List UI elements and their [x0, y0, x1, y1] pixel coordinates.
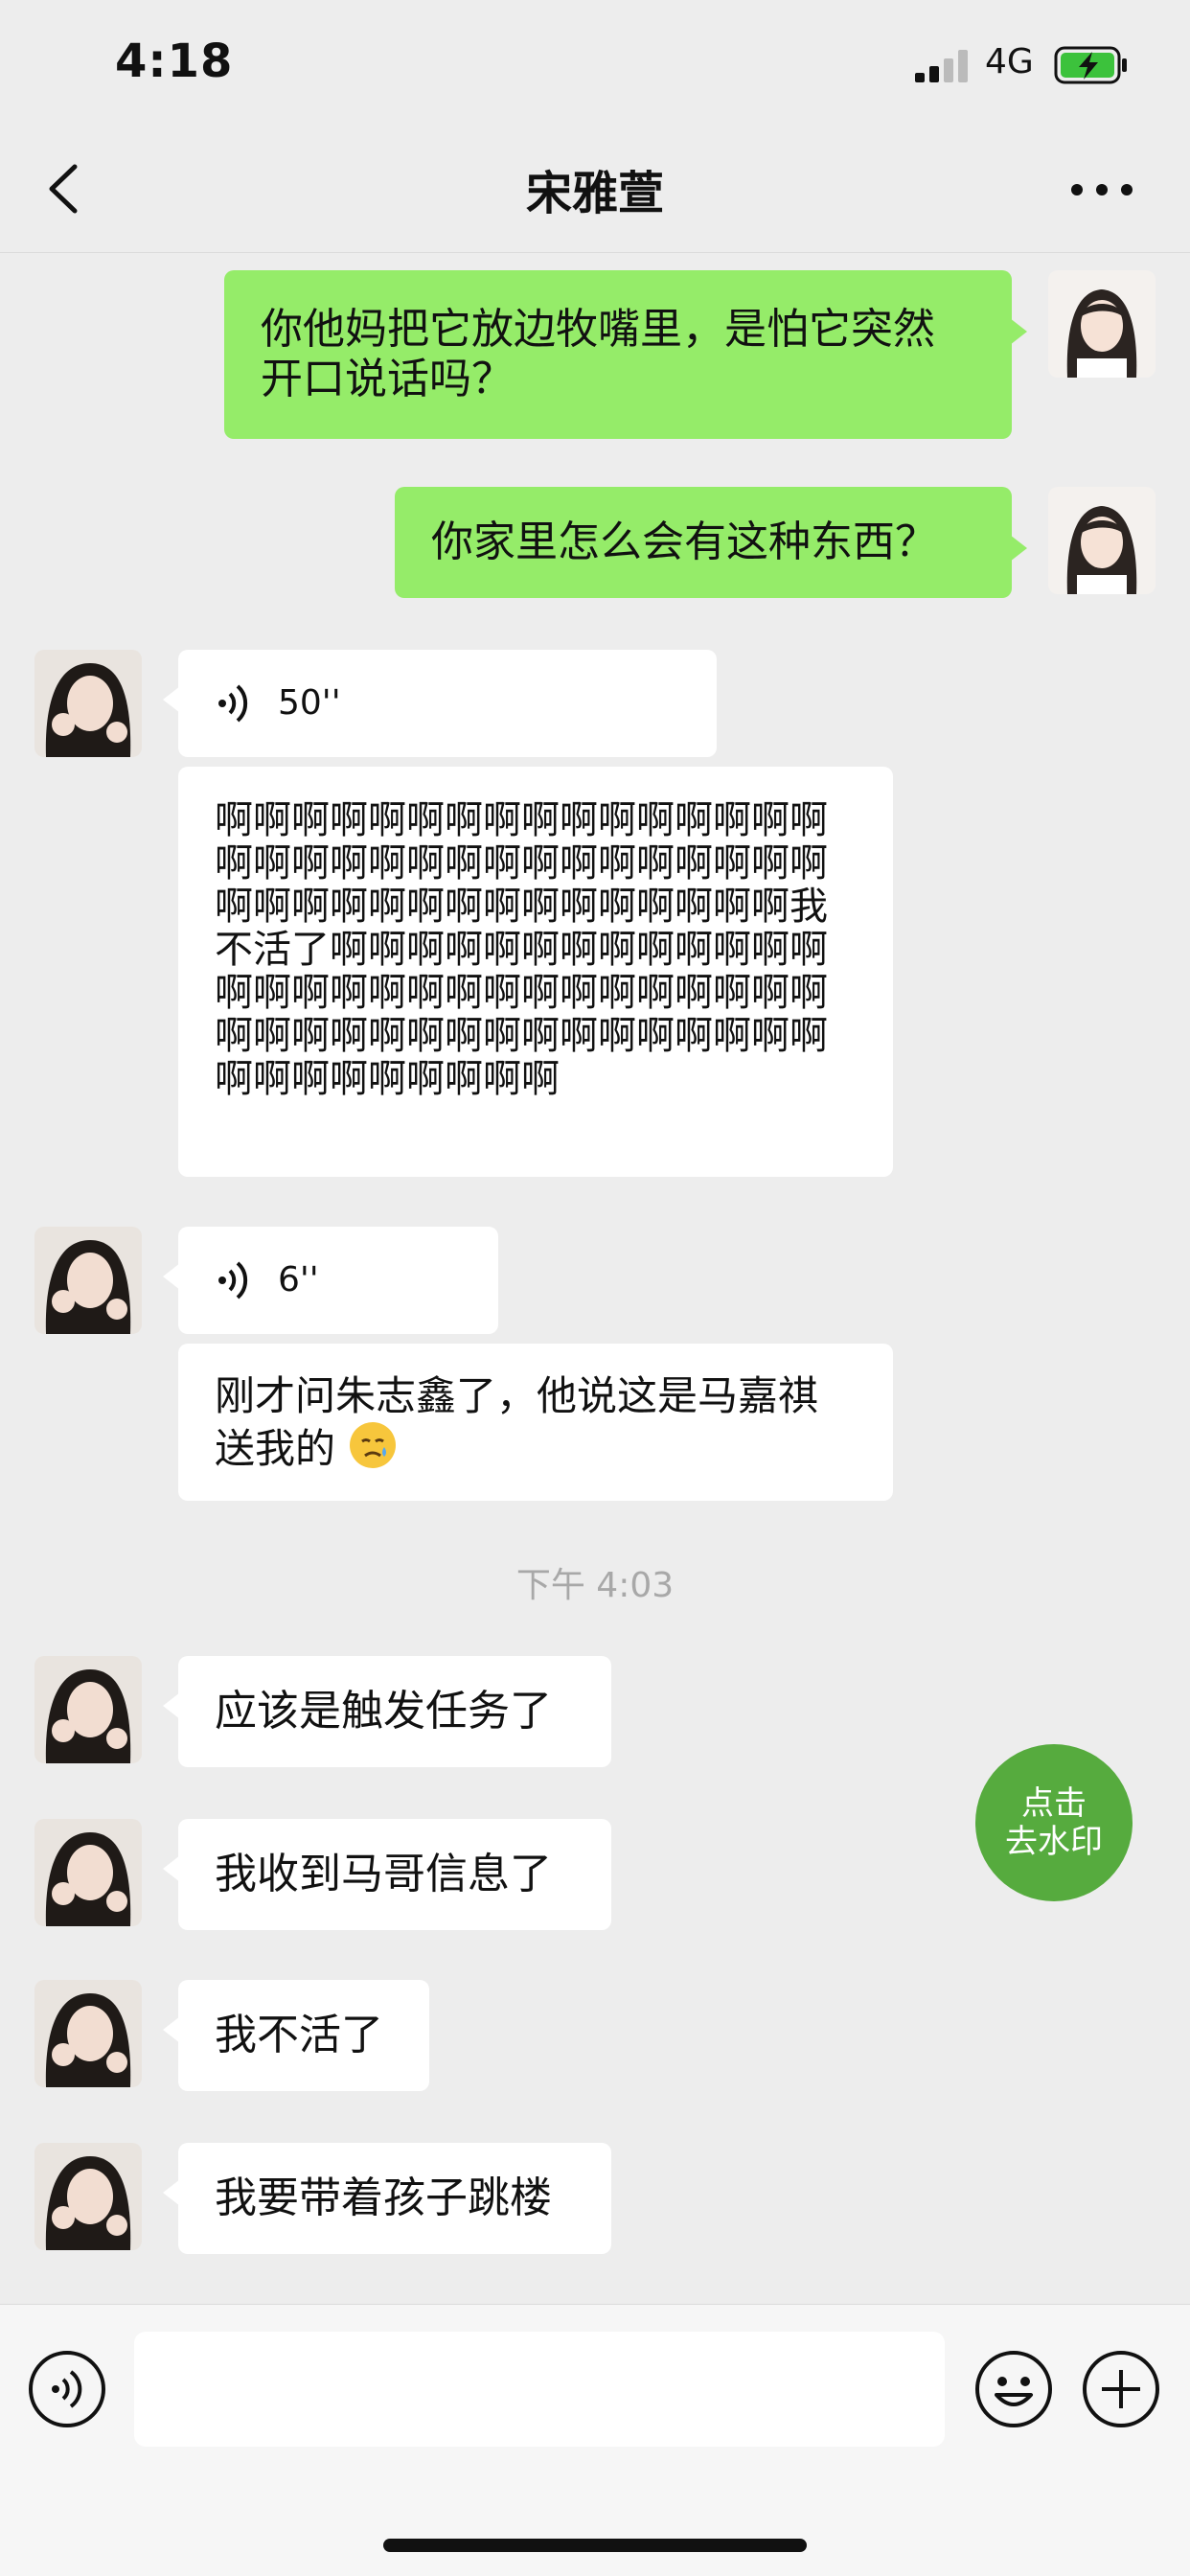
chat-timestamp: 下午 4:03 — [515, 1566, 675, 1605]
contact-avatar[interactable] — [34, 1819, 142, 1926]
status-time: 4:18 — [115, 34, 234, 88]
voice-wave-icon — [218, 1261, 248, 1300]
voice-wave-icon — [218, 684, 248, 723]
status-bar: 4:18 4G — [0, 0, 1190, 126]
message-input[interactable] — [134, 2332, 945, 2447]
crying-face-emoji — [350, 1422, 397, 1468]
contact-avatar[interactable] — [34, 650, 142, 757]
plus-icon[interactable] — [1081, 2349, 1161, 2429]
network-type: 4G — [985, 42, 1034, 81]
contact-avatar[interactable] — [34, 1980, 142, 2087]
battery-charging-icon — [1054, 46, 1127, 84]
incoming-message[interactable]: 刚才问朱志鑫了，他说这是马嘉祺送我的 — [178, 1344, 893, 1501]
incoming-message[interactable]: 我收到马哥信息了 — [163, 1819, 611, 1930]
voice-duration: 50'' — [278, 683, 341, 723]
voice-message[interactable]: 6'' — [163, 1227, 498, 1334]
my-avatar[interactable] — [1048, 487, 1156, 594]
remove-watermark-button[interactable]: 点击 去水印 — [975, 1744, 1133, 1901]
contact-avatar[interactable] — [34, 2143, 142, 2250]
input-bar — [0, 2304, 1190, 2576]
contact-avatar[interactable] — [34, 1227, 142, 1334]
outgoing-message[interactable]: 你他妈把它放边牧嘴里，是怕它突然开口说话吗？ — [224, 270, 1027, 439]
home-indicator — [383, 2539, 807, 2552]
remove-watermark-line2: 去水印 — [1005, 1823, 1103, 1861]
voice-input-icon[interactable] — [27, 2349, 107, 2429]
incoming-message[interactable]: 应该是触发任务了 — [163, 1656, 611, 1767]
outgoing-message[interactable]: 你家里怎么会有这种东西？ — [395, 487, 1027, 598]
more-dots-icon[interactable] — [1064, 171, 1140, 209]
chat-header: 宋雅萱 — [0, 126, 1190, 253]
remove-watermark-line1: 点击 — [1021, 1784, 1087, 1823]
emoji-icon[interactable] — [973, 2349, 1054, 2429]
signal-icon — [915, 50, 968, 82]
incoming-message[interactable]: 我不活了 — [163, 1980, 429, 2091]
message-text: 刚才问朱志鑫了，他说这是马嘉祺送我的 — [215, 1372, 819, 1472]
incoming-message[interactable]: 啊啊啊啊啊啊啊啊啊啊啊啊啊啊啊啊啊啊啊啊啊啊啊啊啊啊啊啊啊啊啊啊啊啊啊啊啊啊啊啊… — [178, 767, 893, 1177]
voice-duration: 6'' — [278, 1260, 319, 1300]
contact-avatar[interactable] — [34, 1656, 142, 1763]
voice-message[interactable]: 50'' — [163, 650, 717, 757]
incoming-message[interactable]: 我要带着孩子跳楼 — [163, 2143, 611, 2254]
my-avatar[interactable] — [1048, 270, 1156, 378]
chat-title: 宋雅萱 — [525, 167, 664, 220]
